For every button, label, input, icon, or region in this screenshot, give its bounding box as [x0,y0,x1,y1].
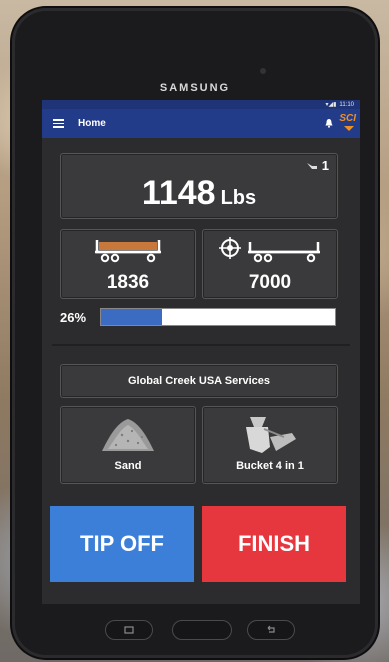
bucket-load-icon [306,162,317,169]
company-logo: SCI [339,113,356,124]
attachment-selector[interactable]: Bucket 4 in 1 [202,406,338,484]
current-load-card[interactable]: 1836 [60,229,196,299]
target-load-card[interactable]: 7000 [202,229,338,299]
device-brand: SAMSUNG [159,82,231,94]
back-icon [267,625,275,633]
progress-label: 26% [60,309,87,325]
target-icon [219,237,241,259]
logo-mark [344,126,354,131]
page-title: Home [78,118,106,129]
truck-empty-icon [248,242,320,263]
back-button[interactable] [247,620,295,640]
camera-icon [260,68,266,74]
load-count-value: 1 [321,158,329,173]
load-count: 1 [306,158,329,173]
target-truck-icon [219,237,320,263]
sand-pile-icon [102,419,154,451]
tablet-frame: SAMSUNG ▾◢▮ 11:10 Home SCI 1 1148 Lbs 18… [12,8,378,658]
material-selector[interactable]: Sand [60,406,196,484]
status-bar: ▾◢▮ 11:10 [42,100,360,109]
target-load-value: 7000 [248,272,292,293]
bell-icon[interactable] [324,118,334,128]
recent-apps-icon [124,626,134,634]
current-load-value: 1836 [106,272,150,293]
weight-display: 1148 Lbs [61,174,337,213]
load-progress: 26% [60,307,336,327]
recent-apps-button[interactable] [105,620,153,640]
weight-value: 1148 [141,174,216,212]
tip-off-button[interactable]: TIP OFF [50,506,194,582]
status-time: 11:10 [339,101,354,108]
truck-loaded-icon [95,240,161,263]
attachment-label: Bucket 4 in 1 [236,460,304,472]
menu-icon[interactable] [53,119,64,128]
bucket-icon [246,417,296,453]
screen: ▾◢▮ 11:10 Home SCI 1 1148 Lbs 1836 7000 … [42,100,360,604]
company-selector[interactable]: Global Creek USA Services [60,364,338,398]
app-bar: Home SCI [42,109,360,138]
finish-button[interactable]: FINISH [202,506,346,582]
material-label: Sand [114,460,142,472]
progress-track [100,308,336,326]
weight-unit: Lbs [220,187,257,209]
weight-card: 1 1148 Lbs [60,153,338,219]
home-button[interactable] [172,620,232,640]
section-divider [52,344,350,346]
wifi-icon: ▾◢▮ [325,102,337,108]
progress-fill [101,309,162,325]
